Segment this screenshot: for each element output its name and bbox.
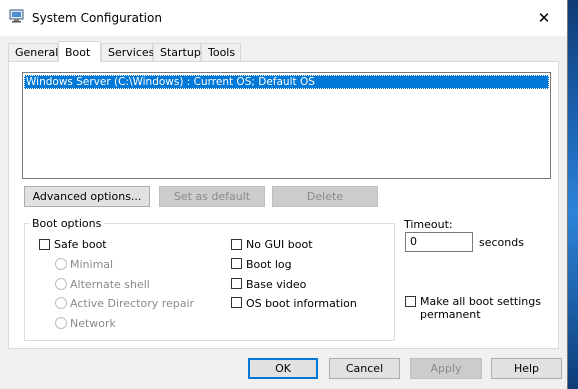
base-video-checkbox[interactable] [231,278,242,289]
make-permanent-label-line1: Make all boot settings [420,295,541,308]
timeout-input[interactable]: 0 [405,232,473,252]
timeout-label: Timeout: [404,218,453,231]
tab-tools[interactable]: Tools [201,43,241,61]
safe-boot-label: Safe boot [54,238,107,251]
network-label: Network [70,317,116,330]
os-boot-information-label: OS boot information [246,297,357,310]
minimal-radio[interactable] [55,258,67,270]
os-boot-information-checkbox[interactable] [231,297,242,308]
delete-button[interactable]: Delete [272,186,378,207]
boot-options-label: Boot options [29,217,105,230]
tab-startup[interactable]: Startup [153,43,201,61]
base-video-label: Base video [246,278,307,291]
make-permanent-label-line2: permanent [420,308,481,321]
cancel-button[interactable]: Cancel [329,358,400,379]
safe-boot-checkbox[interactable] [39,239,50,250]
set-as-default-button[interactable]: Set as default [159,186,265,207]
apply-button[interactable]: Apply [410,358,482,379]
alternate-shell-label: Alternate shell [70,278,150,291]
no-gui-boot-checkbox[interactable] [231,239,242,250]
tab-boot[interactable]: Boot [58,41,101,62]
desktop-background [568,0,578,389]
alternate-shell-radio[interactable] [55,278,67,290]
system-configuration-icon [9,9,24,23]
network-radio[interactable] [55,317,67,329]
ok-button[interactable]: OK [248,358,318,379]
tab-general[interactable]: General [8,43,58,61]
minimal-label: Minimal [70,258,114,271]
os-list[interactable]: Windows Server (C:\Windows) : Current OS… [22,72,551,179]
system-configuration-dialog: System Configuration ✕ General Boot Serv… [0,0,568,389]
no-gui-boot-label: No GUI boot [246,238,313,251]
active-directory-repair-radio[interactable] [55,297,67,309]
advanced-options-button[interactable]: Advanced options... [24,186,150,207]
timeout-unit-label: seconds [479,236,524,249]
make-permanent-checkbox[interactable] [405,296,416,307]
title-bar[interactable]: System Configuration ✕ [0,0,567,36]
window-title: System Configuration [32,11,162,25]
close-icon: ✕ [537,9,551,27]
help-button[interactable]: Help [491,358,562,379]
tab-services[interactable]: Services [101,43,154,61]
boot-log-label: Boot log [246,258,292,271]
active-directory-repair-label: Active Directory repair [70,297,195,310]
boot-log-checkbox[interactable] [231,258,242,269]
close-button[interactable]: ✕ [521,0,567,36]
os-list-item[interactable]: Windows Server (C:\Windows) : Current OS… [24,75,549,89]
